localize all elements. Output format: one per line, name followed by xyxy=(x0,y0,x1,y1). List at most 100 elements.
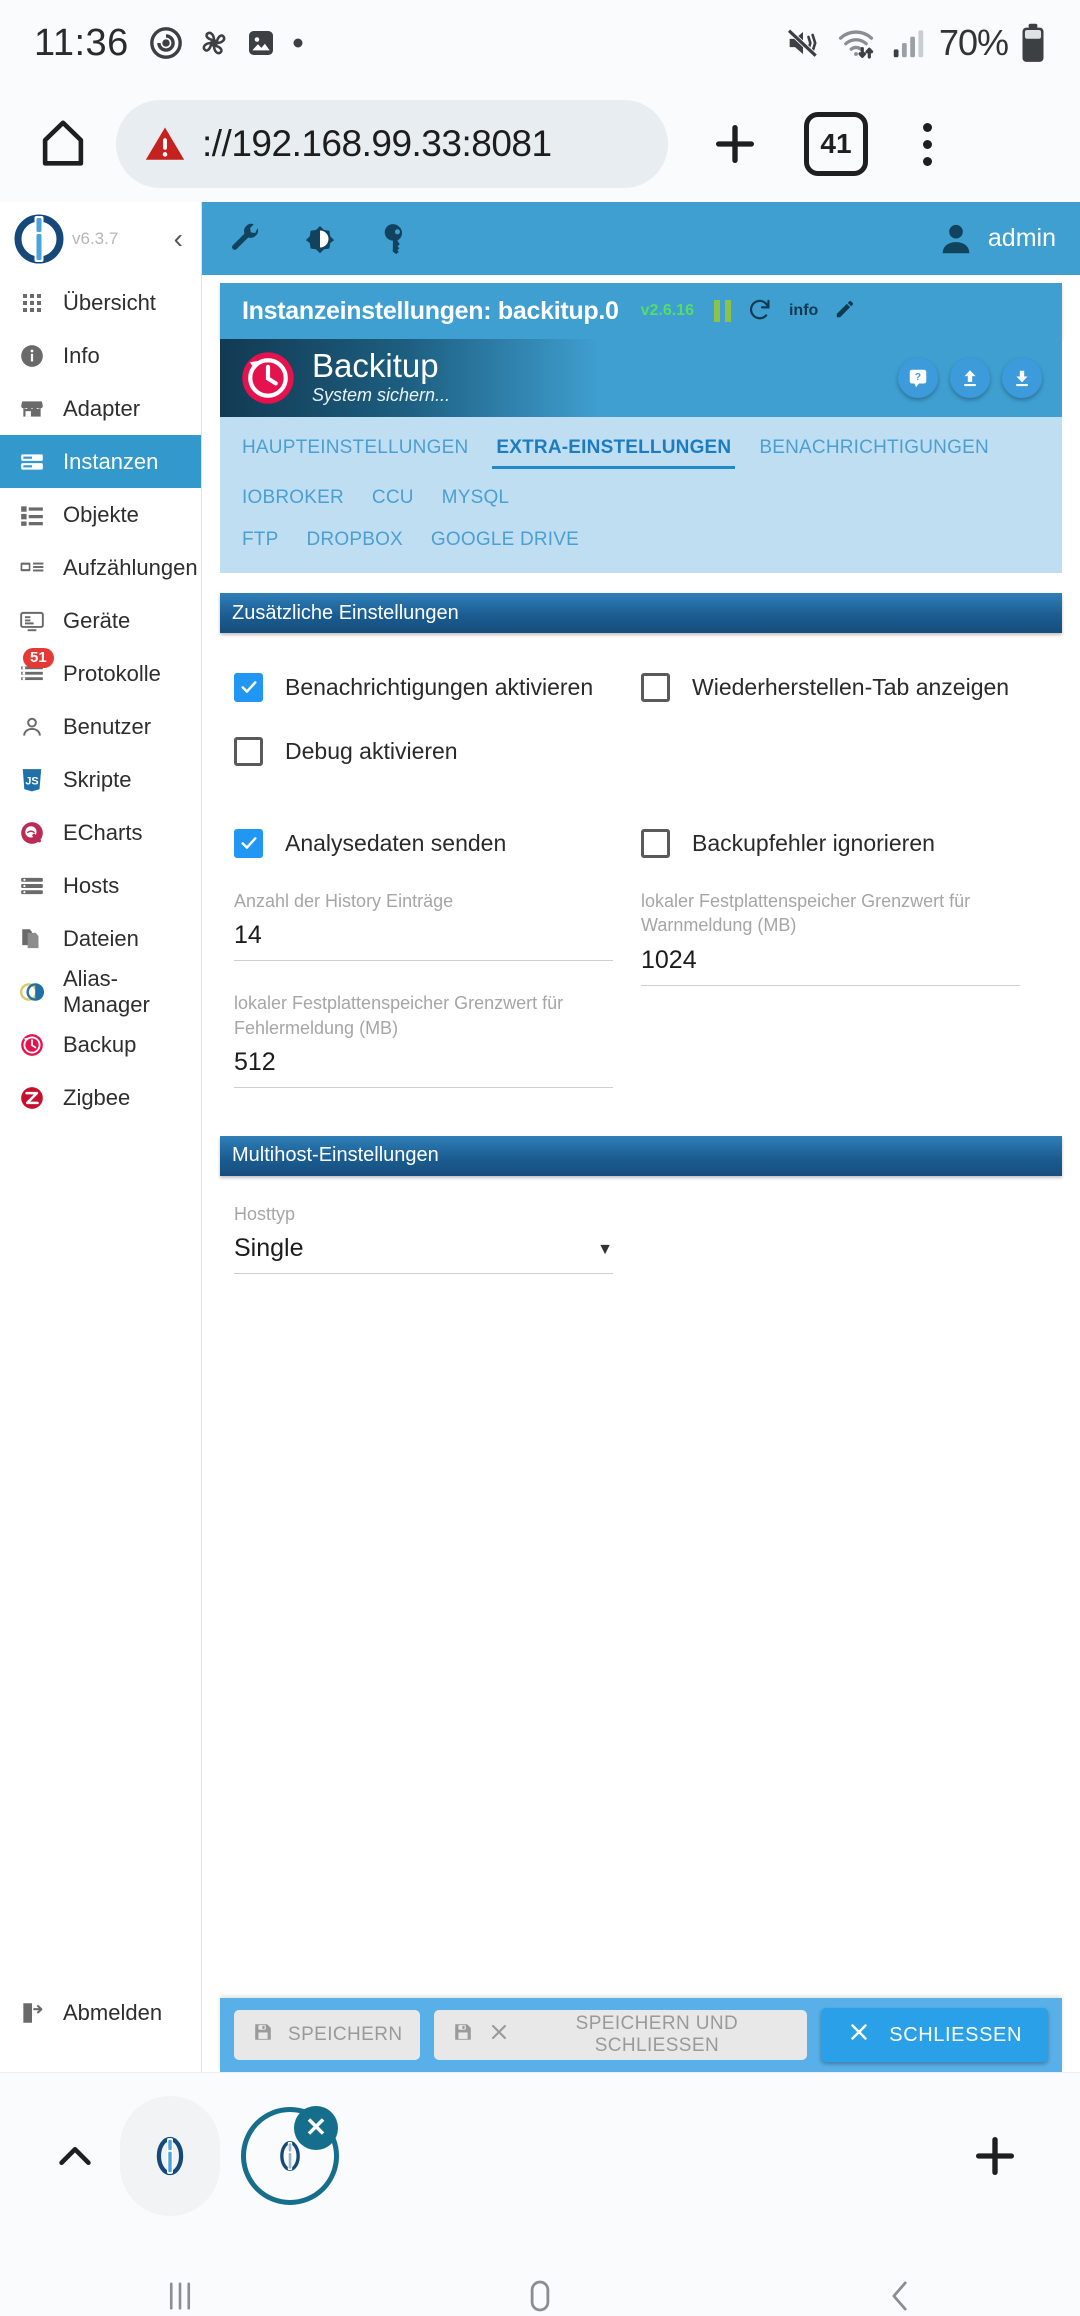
add-tab-plus-icon[interactable] xyxy=(950,2128,1040,2184)
tabs-row-primary: HAUPTEINSTELLUNGEN EXTRA-EINSTELLUNGEN B… xyxy=(220,421,1062,521)
close-tab-icon[interactable]: ✕ xyxy=(294,2105,338,2150)
tab-mysql[interactable]: MYSQL xyxy=(428,471,524,521)
sidebar-item-benutzer[interactable]: Benutzer xyxy=(0,700,201,753)
sidebar-item-protokolle[interactable]: 51 Protokolle xyxy=(0,647,201,700)
checkbox-icon-checked[interactable] xyxy=(234,672,263,702)
tab-count-label: 41 xyxy=(820,128,852,159)
sidebar-item-label: Adapter xyxy=(63,395,141,421)
url-bar[interactable]: ://192.168.99.33:8081 xyxy=(116,100,668,188)
checkbox-label: Debug aktivieren xyxy=(285,737,458,764)
instance-info-label[interactable]: info xyxy=(789,302,818,320)
recents-icon[interactable] xyxy=(80,2238,280,2316)
field-festplatte-fehlermeldung[interactable]: lokaler Festplattenspeicher Grenzwert fü… xyxy=(234,991,613,1088)
hosttyp-select[interactable]: Single ▼ xyxy=(234,1226,613,1275)
instance-settings-bar: Instanzeinstellungen: backitup.0 v2.6.16… xyxy=(220,283,1062,339)
sidebar-item-label: Hosts xyxy=(63,872,120,898)
pencil-icon[interactable] xyxy=(834,298,856,325)
upload-icon[interactable] xyxy=(950,358,990,398)
sidebar-item-backup[interactable]: Backup xyxy=(0,1018,201,1071)
checkbox-icon-unchecked[interactable] xyxy=(234,736,263,766)
sidebar-item-adapter[interactable]: Adapter xyxy=(0,382,201,435)
field-value[interactable]: 512 xyxy=(234,1040,613,1088)
key-icon[interactable] xyxy=(374,219,414,259)
checkbox-column-left-2: Analysedaten senden xyxy=(234,811,641,875)
sidebar-item-abmelden[interactable]: Abmelden xyxy=(0,1984,201,2042)
sidebar-item-dateien[interactable]: Dateien xyxy=(0,912,201,965)
switcher-tab-inactive[interactable] xyxy=(110,2095,230,2216)
checkbox-analysedaten-senden[interactable]: Analysedaten senden xyxy=(234,811,641,875)
sidebar-item-uebersicht[interactable]: Übersicht xyxy=(0,276,201,329)
echarts-icon xyxy=(17,818,47,848)
overflow-menu-icon[interactable] xyxy=(892,101,962,187)
restart-icon[interactable] xyxy=(747,296,773,327)
chevron-down-icon[interactable]: ▼ xyxy=(597,1241,613,1263)
close-button[interactable]: SCHLIESSEN xyxy=(821,2008,1048,2062)
page-title: Instanzeinstellungen: backitup.0 xyxy=(242,296,619,325)
sidebar-item-label: Skripte xyxy=(63,766,132,792)
help-icon[interactable]: ? xyxy=(898,358,938,398)
tab-ftp[interactable]: FTP xyxy=(228,521,293,559)
sidebar-item-skripte[interactable]: JS Skripte xyxy=(0,753,201,806)
back-icon[interactable] xyxy=(800,2238,1000,2316)
tab-benachrichtigungen[interactable]: BENACHRICHTIGUNGEN xyxy=(745,421,1003,471)
app-toolbar: admin xyxy=(202,202,1080,275)
chevron-left-icon[interactable]: ‹ xyxy=(174,225,189,253)
chevron-up-icon[interactable] xyxy=(40,2133,110,2179)
sidebar-item-zigbee[interactable]: Zigbee xyxy=(0,1071,201,1124)
field-festplatte-warnmeldung[interactable]: lokaler Festplattenspeicher Grenzwert fü… xyxy=(641,889,1020,986)
tab-google-drive[interactable]: GOOGLE DRIVE xyxy=(417,521,593,559)
devices-icon xyxy=(17,606,47,636)
section-header-extra: Zusätzliche Einstellungen xyxy=(220,593,1062,633)
section-body-multihost: Hosttyp Single ▼ xyxy=(220,1176,1062,1314)
save-and-close-button[interactable]: SPEICHERN UND SCHLIESSEN xyxy=(434,2010,808,2060)
checkbox-icon-unchecked[interactable] xyxy=(641,672,670,702)
tab-extra-einstellungen[interactable]: EXTRA-EINSTELLUNGEN xyxy=(482,421,745,471)
field-anzahl-history-eintraege[interactable]: Anzahl der History Einträge 14 xyxy=(234,889,613,962)
field-value[interactable]: 14 xyxy=(234,913,613,962)
checkbox-label: Wiederherstellen-Tab anzeigen xyxy=(692,673,1010,700)
user-account-area[interactable]: admin xyxy=(936,219,1056,259)
adapter-title: Backitup xyxy=(312,346,439,384)
sidebar-item-info[interactable]: Info xyxy=(0,329,201,382)
checkbox-debug-aktivieren[interactable]: Debug aktivieren xyxy=(234,719,641,783)
field-hosttyp[interactable]: Hosttyp Single ▼ xyxy=(234,1202,613,1275)
backitup-icon xyxy=(17,1030,47,1060)
main-panel: admin Instanzeinstellungen: backitup.0 v… xyxy=(202,202,1080,2072)
save-button[interactable]: SPEICHERN xyxy=(234,2010,421,2060)
pause-icon[interactable] xyxy=(713,300,731,322)
new-tab-plus-icon[interactable] xyxy=(692,101,778,187)
wifi-icon xyxy=(835,22,877,64)
field-label: Anzahl der History Einträge xyxy=(234,891,454,911)
tab-ccu[interactable]: CCU xyxy=(358,471,428,521)
android-navigation-bar xyxy=(0,2238,1080,2316)
sidebar-item-echarts[interactable]: ECharts xyxy=(0,806,201,859)
sidebar-item-hosts[interactable]: Hosts xyxy=(0,859,201,912)
sidebar-item-objekte[interactable]: Objekte xyxy=(0,488,201,541)
checkbox-icon-checked[interactable] xyxy=(234,828,263,858)
sidebar-item-alias-manager[interactable]: Alias-Manager xyxy=(0,965,201,1018)
status-system-icons: 70% xyxy=(783,22,1046,64)
sidebar-item-aufzaehlungen[interactable]: Aufzählungen xyxy=(0,541,201,594)
contrast-icon[interactable] xyxy=(300,219,340,259)
home-circle-icon[interactable] xyxy=(440,2238,640,2316)
tab-counter-button[interactable]: 41 xyxy=(804,112,868,176)
download-icon[interactable] xyxy=(1002,358,1042,398)
list-icon xyxy=(17,500,47,530)
iobroker-tab-icon: ✕ xyxy=(241,2105,339,2205)
tab-iobroker[interactable]: IOBROKER xyxy=(228,471,358,521)
wrench-icon[interactable] xyxy=(226,219,266,259)
status-notification-icons xyxy=(149,26,305,60)
home-icon[interactable] xyxy=(26,107,100,181)
switcher-tab-active[interactable]: ✕ xyxy=(230,2096,350,2216)
checkbox-backupfehler-ignorieren[interactable]: Backupfehler ignorieren xyxy=(641,811,1048,875)
sidebar-item-instanzen[interactable]: Instanzen xyxy=(0,435,201,488)
not-secure-warning-icon[interactable] xyxy=(142,121,188,167)
sidebar-item-geraete[interactable]: Geräte xyxy=(0,594,201,647)
checkbox-wiederherstellen-tab-anzeigen[interactable]: Wiederherstellen-Tab anzeigen xyxy=(641,655,1048,719)
tab-haupteinstellungen[interactable]: HAUPTEINSTELLUNGEN xyxy=(228,421,482,471)
field-value[interactable]: 1024 xyxy=(641,938,1020,986)
tab-dropbox[interactable]: DROPBOX xyxy=(293,521,417,559)
save-label: SPEICHERN xyxy=(288,2024,403,2045)
checkbox-benachrichtigungen-aktivieren[interactable]: Benachrichtigungen aktivieren xyxy=(234,655,641,719)
checkbox-icon-unchecked[interactable] xyxy=(641,828,670,858)
